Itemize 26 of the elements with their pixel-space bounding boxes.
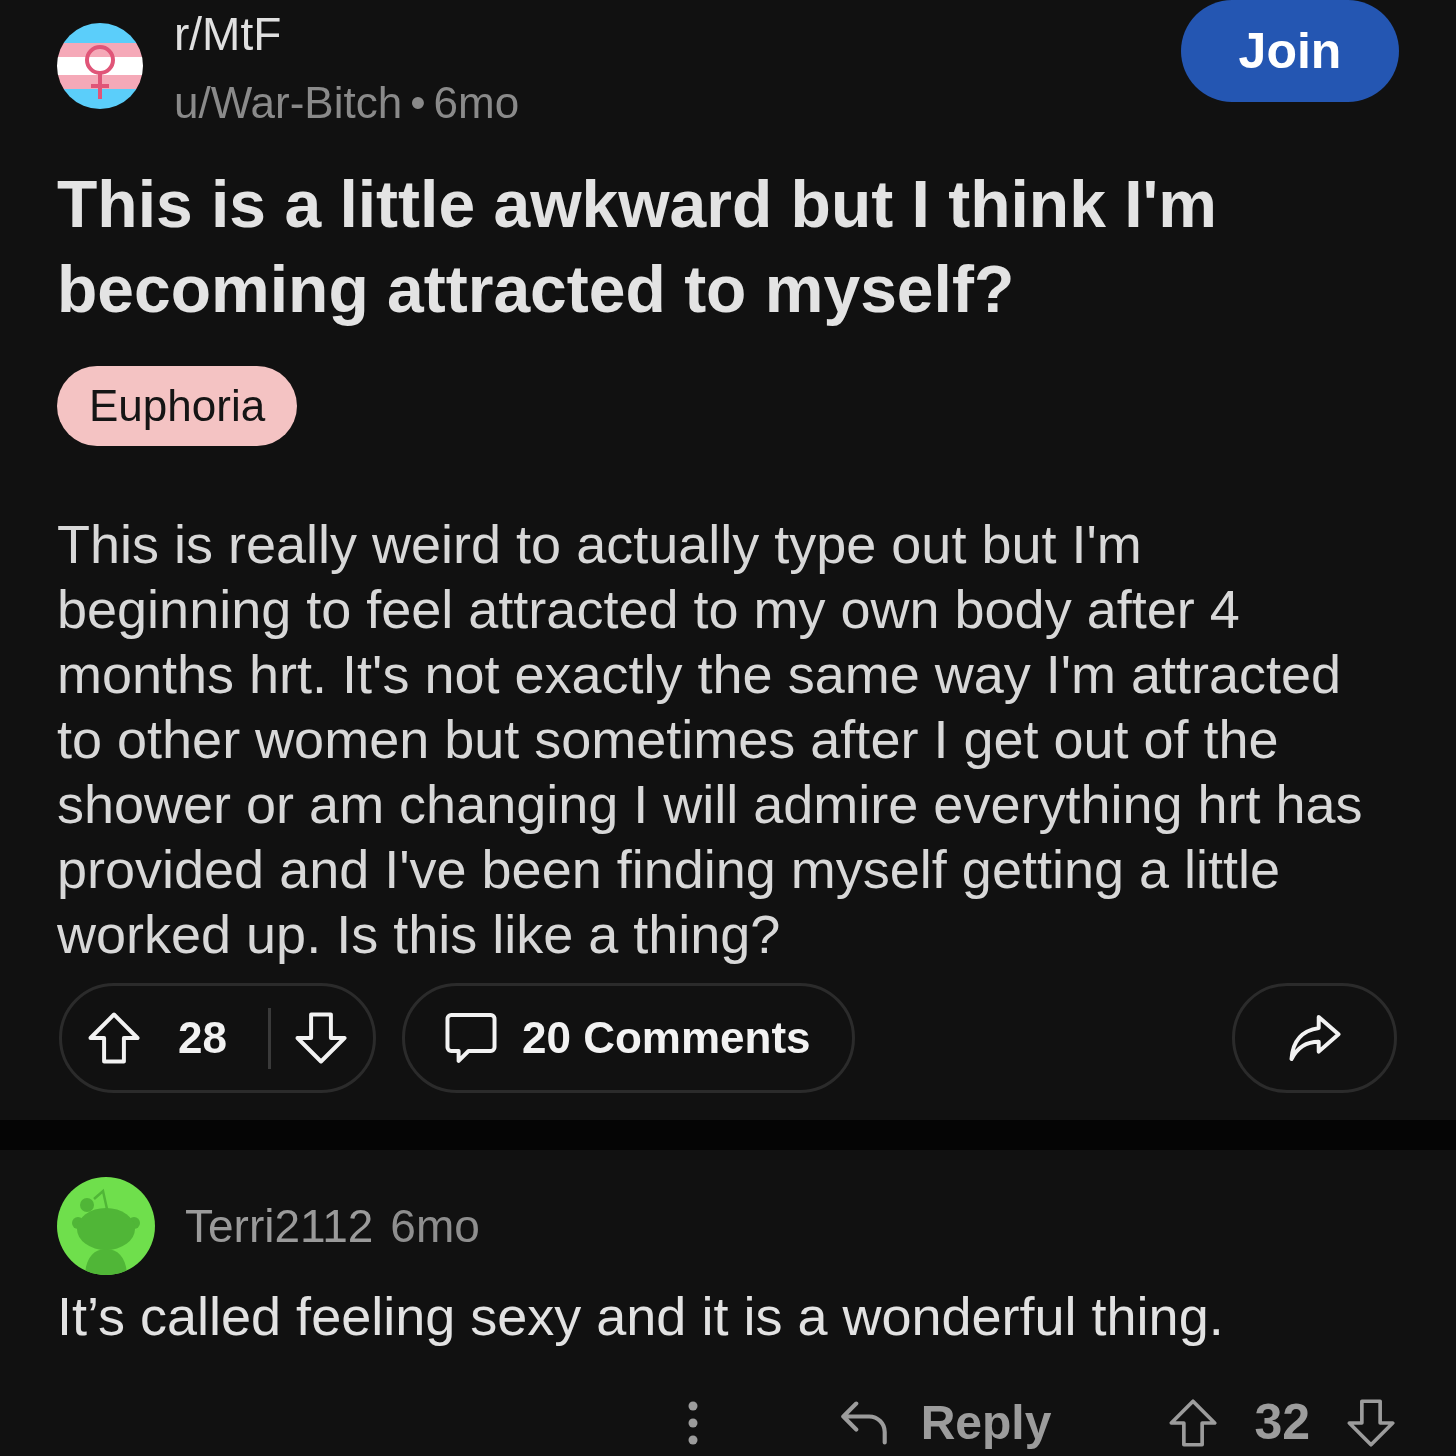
post-body: This is really weird to actually type out but I'm beginning to feel attracted to my own body after 4 months hrt. It's not exactly the same way I'm attracted to other women but sometimes after I get out of the shower or am changing I will admire everything hrt has provided and I've been finding myself getting a little worked up. Is this like a thing? (57, 513, 1364, 966)
upvote-icon[interactable] (1169, 1396, 1218, 1449)
avatar-icon (57, 1177, 155, 1275)
more-options-icon[interactable] (687, 1400, 698, 1445)
post-title: This is a little awkward but I think I'm becoming attracted to myself? (57, 166, 1218, 328)
downvote-icon[interactable] (1347, 1396, 1395, 1449)
reply-icon (838, 1400, 889, 1445)
join-button[interactable]: Join (1181, 0, 1399, 102)
commenter-name[interactable]: Terri2112 (185, 1198, 374, 1254)
comment-icon (445, 1012, 497, 1064)
comments-button[interactable]: 20 Comments (402, 983, 855, 1093)
avatar-icon (57, 23, 143, 109)
vote-count: 32 (1254, 1393, 1310, 1452)
share-icon (1288, 1012, 1341, 1064)
post-age: 6mo (433, 77, 520, 129)
subreddit-name[interactable]: r/MtF (174, 6, 282, 62)
author-name[interactable]: u/War-Bitch (174, 77, 403, 129)
flair-tag: Euphoria (57, 366, 298, 446)
reply-button[interactable]: Reply (838, 1386, 1052, 1456)
downvote-icon[interactable] (295, 1012, 347, 1064)
separator-dot: • (410, 77, 426, 129)
comment-text: It’s called feeling sexy and it is a wonderful thing. (57, 1285, 1225, 1348)
vote-count: 28 (178, 1012, 227, 1064)
share-button[interactable] (1232, 983, 1397, 1093)
upvote-icon[interactable] (88, 1012, 140, 1064)
comment-age: 6mo (390, 1199, 480, 1254)
